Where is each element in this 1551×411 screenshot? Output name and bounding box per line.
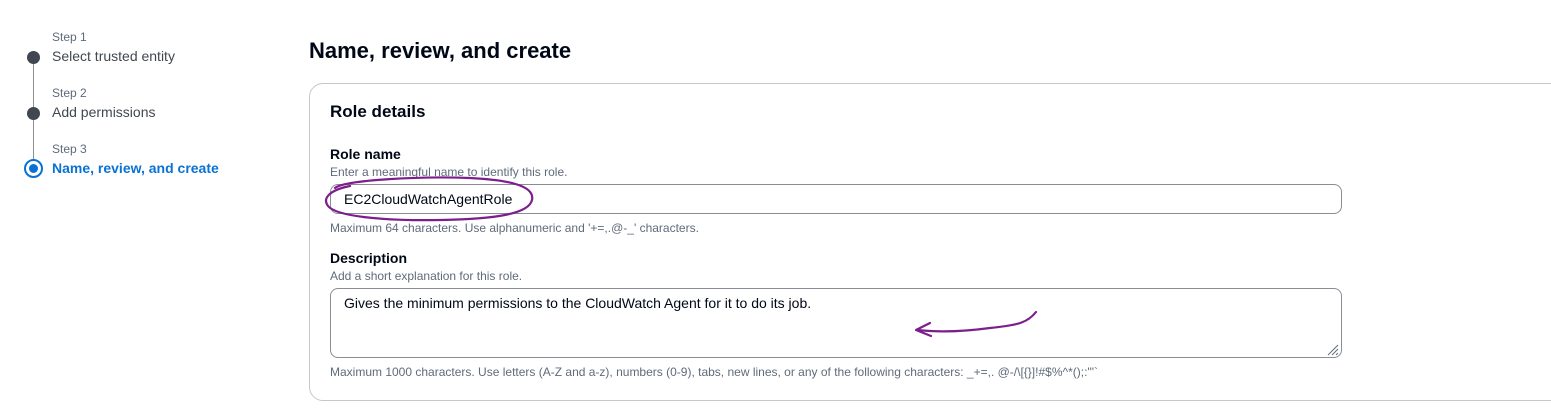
step-3-current: Name, review, and create bbox=[52, 160, 219, 176]
wizard-steps: Step 1 Select trusted entity Step 2 Add … bbox=[0, 0, 280, 411]
role-name-constraint: Maximum 64 characters. Use alphanumeric … bbox=[330, 221, 699, 235]
role-details-panel: Role details Role name Enter a meaningfu… bbox=[309, 83, 1551, 401]
step-1-number: Step 1 bbox=[52, 30, 87, 44]
step-3-number: Step 3 bbox=[52, 142, 87, 156]
iam-create-role-page: Step 1 Select trusted entity Step 2 Add … bbox=[0, 0, 1551, 411]
page-title: Name, review, and create bbox=[309, 38, 572, 63]
step-connector bbox=[33, 119, 34, 161]
role-name-input[interactable] bbox=[330, 184, 1342, 214]
step-complete-icon bbox=[27, 107, 40, 120]
step-complete-icon bbox=[27, 51, 40, 64]
description-constraint: Maximum 1000 characters. Use letters (A-… bbox=[330, 365, 1098, 379]
description-textarea[interactable]: Gives the minimum permissions to the Clo… bbox=[330, 288, 1342, 358]
step-1-link[interactable]: Select trusted entity bbox=[52, 48, 175, 64]
step-active-icon bbox=[24, 159, 43, 178]
step-2-number: Step 2 bbox=[52, 86, 87, 100]
step-connector bbox=[33, 63, 34, 107]
role-details-header: Role details bbox=[330, 102, 426, 121]
role-name-description: Enter a meaningful name to identify this… bbox=[330, 165, 568, 179]
resize-grip-icon[interactable] bbox=[1325, 342, 1339, 356]
description-hint: Add a short explanation for this role. bbox=[330, 269, 523, 283]
step-2-link[interactable]: Add permissions bbox=[52, 104, 156, 120]
description-label: Description bbox=[330, 250, 408, 266]
role-name-label: Role name bbox=[330, 146, 401, 162]
